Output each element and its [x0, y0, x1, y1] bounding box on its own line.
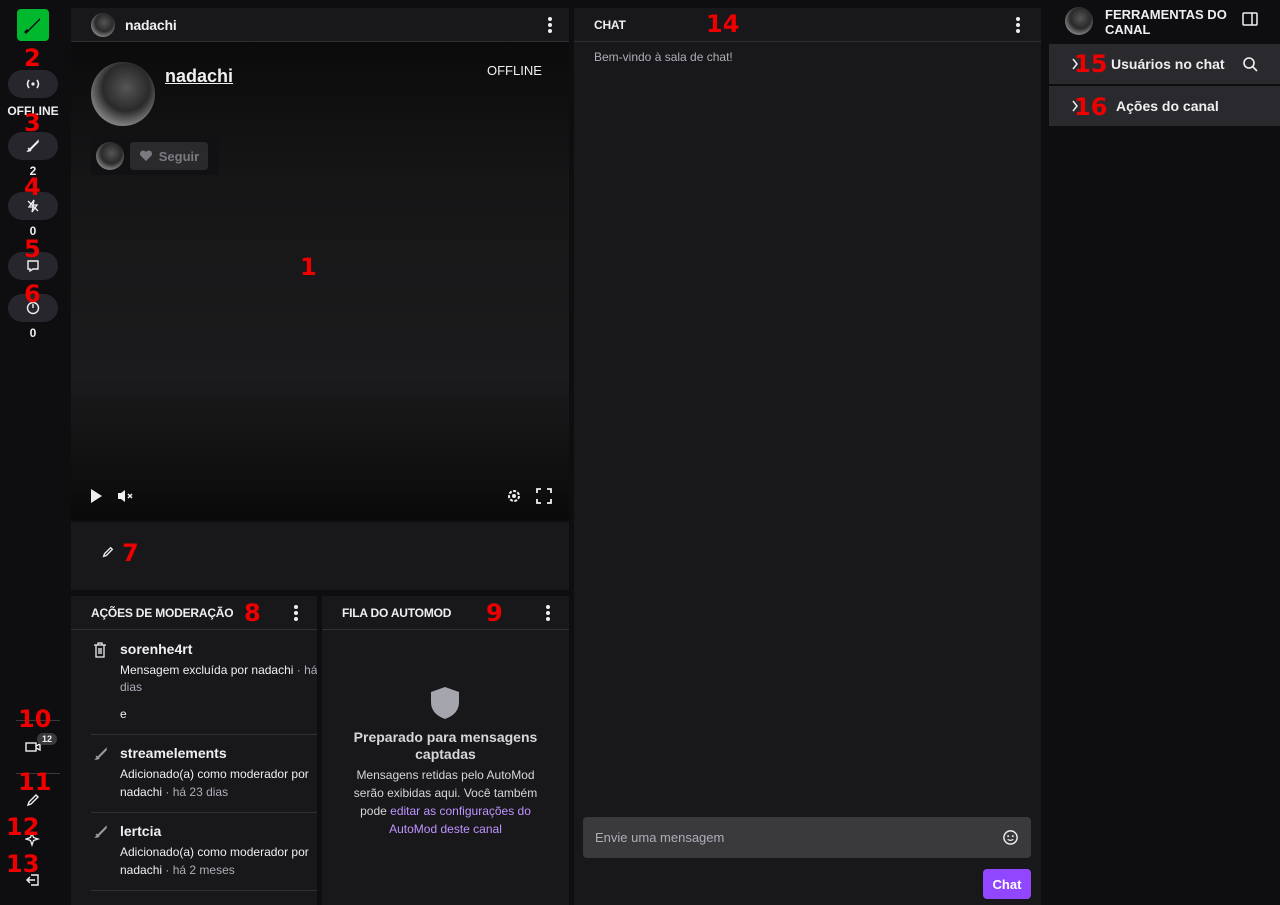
mod-action-time-cont: dias — [120, 680, 143, 694]
annotation-number: 8 — [244, 599, 261, 627]
edit-stream-info-icon[interactable] — [101, 545, 115, 564]
annotation-number: 10 — [18, 705, 52, 733]
channel-avatar-large[interactable] — [91, 62, 155, 126]
mod-actions-title: AÇÕES DE MODERAÇÃO — [91, 605, 234, 620]
live-status-button[interactable] — [8, 70, 58, 98]
divider — [91, 812, 317, 813]
follow-avatar — [96, 142, 124, 170]
channel-actions-label: Ações do canal — [1116, 98, 1219, 114]
mod-action-byline: nadachi · há 23 dias — [120, 783, 317, 801]
mod-action-by[interactable]: nadachi — [120, 863, 162, 877]
annotation-number: 4 — [24, 173, 41, 201]
annotation-number: 2 — [24, 44, 41, 72]
annotation-number: 1 — [300, 253, 317, 281]
annotation-number: 6 — [24, 280, 41, 308]
stream-panel-header: nadachi — [71, 8, 569, 42]
channel-avatar — [91, 12, 115, 37]
shield-icon — [430, 686, 460, 725]
heart-icon — [139, 150, 152, 161]
sword-logo-icon[interactable] — [17, 9, 49, 41]
clips-count-badge: 12 — [37, 733, 58, 745]
automod-body: Mensagens retidas pelo AutoMod serão exi… — [352, 766, 539, 838]
channel-name-link[interactable]: nadachi — [165, 66, 233, 87]
tools-channel-avatar — [1065, 7, 1093, 35]
mod-action-user[interactable]: lertcia — [120, 823, 317, 839]
mod-action-description: Mensagem excluída por nadachi — [120, 663, 294, 677]
follow-area: Seguir — [91, 137, 219, 175]
mod-action-by[interactable]: nadachi — [120, 785, 162, 799]
annotation-number: 3 — [24, 109, 41, 137]
tools-header: FERRAMENTAS DO CANAL — [1049, 0, 1280, 44]
annotation-number: 12 — [6, 813, 40, 841]
automod-menu-icon[interactable] — [545, 604, 551, 622]
sword-icon — [93, 746, 109, 767]
chat-panel: CHAT Bem-vindo à sala de chat! — [574, 8, 1041, 905]
mod-actions-menu-icon[interactable] — [293, 604, 299, 622]
annotation-number: 16 — [1074, 93, 1108, 121]
stream-panel-channel: nadachi — [125, 16, 177, 33]
annotation-number: 9 — [486, 599, 503, 627]
automod-heading: Preparado para mensagens captadas — [353, 729, 538, 762]
mod-action-item[interactable]: sorenhe4rt Mensagem excluída por nadachi… — [120, 641, 317, 721]
chat-welcome-message: Bem-vindo à sala de chat! — [594, 50, 733, 64]
emote-picker-icon[interactable] — [1002, 829, 1019, 851]
users-in-chat-label: Usuários no chat — [1111, 56, 1225, 72]
divider — [91, 890, 317, 891]
mod-action-user[interactable]: streamelements — [120, 745, 317, 761]
automod-header: FILA DO AUTOMOD — [322, 596, 569, 630]
follow-label: Seguir — [158, 148, 200, 164]
mod-view: OFFLINE 2 0 0 12 nadachi nadachi OFFLINE… — [0, 0, 1280, 905]
automod-panel: FILA DO AUTOMOD Preparado para mensagens… — [322, 596, 569, 905]
annotation-number: 7 — [122, 539, 139, 567]
divider — [91, 734, 317, 735]
collapse-panel-icon[interactable] — [1242, 12, 1258, 31]
trash-icon — [93, 642, 107, 663]
follow-button[interactable]: Seguir — [130, 142, 208, 170]
chat-header: CHAT — [574, 8, 1041, 42]
stream-info-panel — [71, 522, 569, 590]
mod-actions-header: AÇÕES DE MODERAÇÃO — [71, 596, 317, 630]
tools-title: FERRAMENTAS DO CANAL — [1105, 7, 1227, 37]
annotation-number: 13 — [6, 850, 40, 878]
chatters-count: 0 — [29, 326, 37, 340]
mod-action-description: Adicionado(a) como moderador por — [120, 845, 309, 859]
offline-status: OFFLINE — [487, 63, 542, 78]
annotation-number: 15 — [1074, 50, 1108, 78]
annotation-number: 5 — [24, 235, 41, 263]
sword-icon — [26, 139, 39, 152]
chat-title: CHAT — [594, 17, 626, 32]
mod-action-item[interactable]: lertcia Adicionado(a) como moderador por… — [120, 823, 317, 879]
search-icon[interactable] — [1242, 56, 1258, 72]
play-icon[interactable] — [89, 488, 103, 509]
automod-settings-link[interactable]: editar as configurações do AutoMod deste… — [389, 804, 531, 836]
mod-action-time: · há — [296, 663, 317, 677]
mod-action-description: Adicionado(a) como moderador por — [120, 767, 309, 781]
mod-action-time: · há 23 dias — [165, 785, 229, 799]
mod-action-item[interactable]: streamelements Adicionado(a) como modera… — [120, 745, 317, 801]
mod-action-user[interactable]: sorenhe4rt — [120, 641, 317, 657]
stream-panel-menu-icon[interactable] — [547, 16, 553, 34]
mute-icon[interactable] — [117, 488, 135, 509]
mod-action-extra: e — [120, 707, 127, 721]
settings-gear-icon[interactable] — [505, 487, 523, 510]
fullscreen-icon[interactable] — [535, 487, 553, 510]
mod-action-time: · há 2 meses — [165, 863, 235, 877]
annotation-number: 14 — [706, 10, 740, 38]
mod-action-text: Mensagem excluída por nadachi · há — [120, 661, 317, 679]
video-player[interactable]: nadachi OFFLINE Seguir — [71, 42, 569, 520]
automod-title: FILA DO AUTOMOD — [342, 605, 452, 620]
sword-icon — [93, 824, 109, 845]
chat-menu-icon[interactable] — [1015, 16, 1021, 34]
annotation-number: 11 — [18, 768, 52, 796]
chat-input[interactable]: Envie uma mensagem — [583, 817, 1031, 858]
chat-send-button[interactable]: Chat — [983, 869, 1031, 899]
chat-input-placeholder: Envie uma mensagem — [595, 830, 725, 845]
mod-action-byline: nadachi · há 2 meses — [120, 861, 317, 879]
